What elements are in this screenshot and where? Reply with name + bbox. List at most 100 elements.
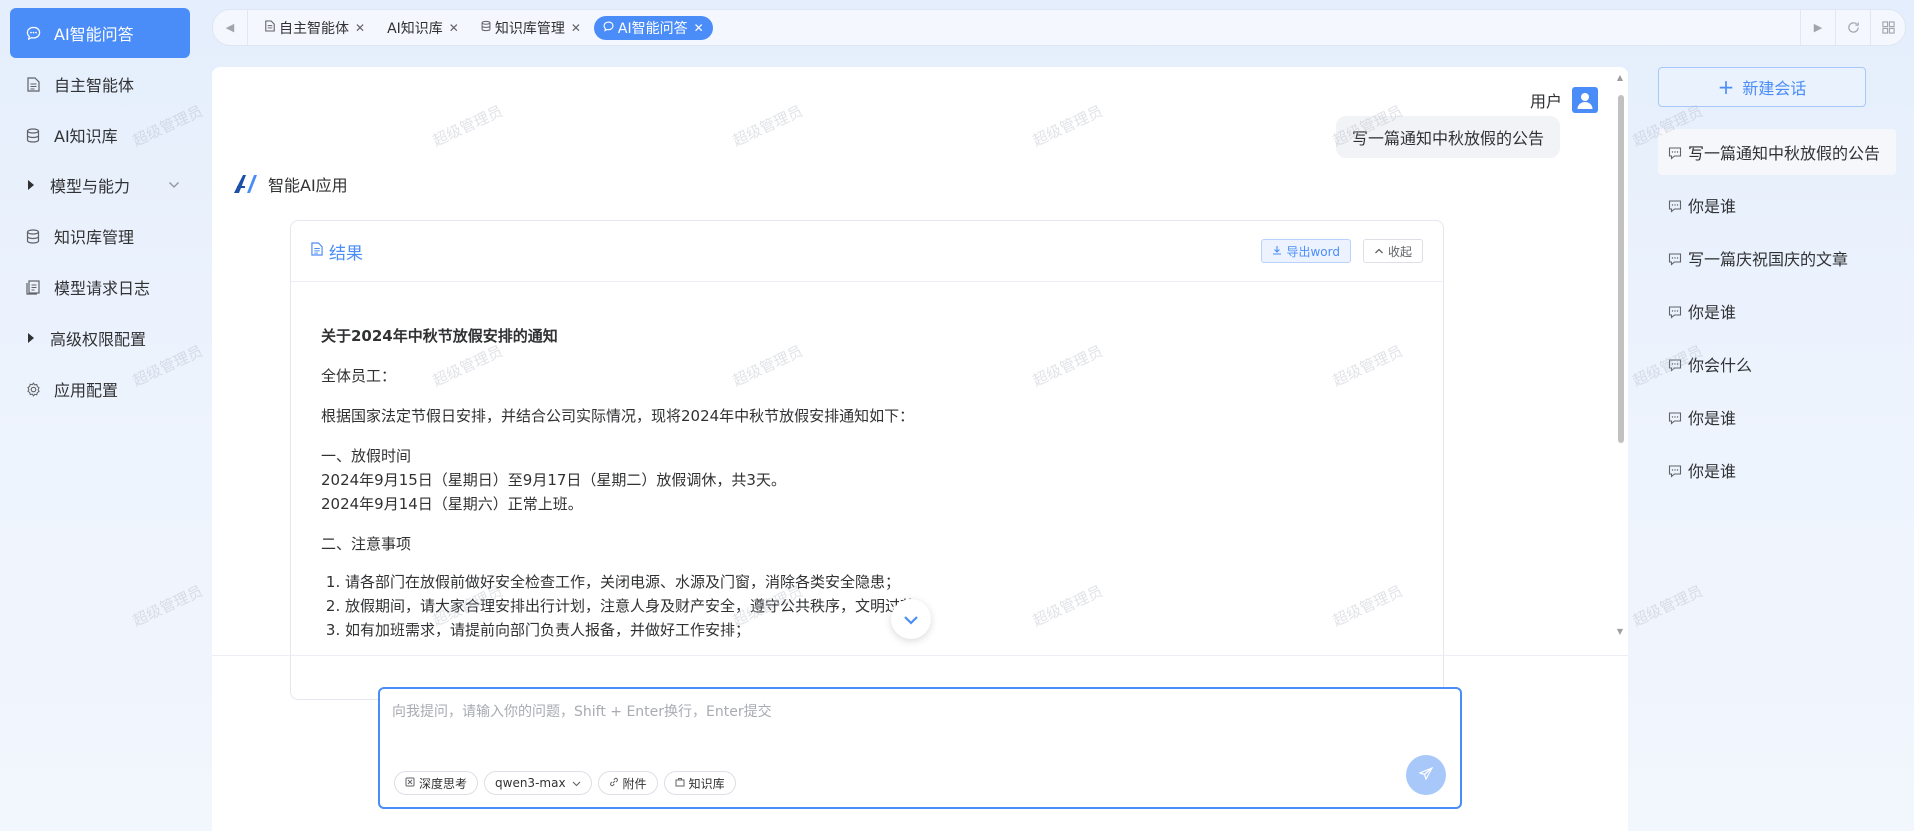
message-icon bbox=[1668, 463, 1682, 478]
ai-logo-icon bbox=[234, 175, 257, 193]
user-avatar-icon bbox=[1572, 87, 1598, 113]
database-icon bbox=[481, 20, 491, 35]
result-content: 关于2024年中秋节放假安排的通知 全体员工： 根据国家法定节假日安排，并结合公… bbox=[291, 282, 1443, 662]
tabs-actions: ▶ bbox=[1800, 10, 1905, 45]
section-title: 一、放假时间 bbox=[321, 447, 412, 465]
chevron-down-icon bbox=[168, 178, 180, 192]
history-item[interactable]: 写一篇通知中秋放假的公告 bbox=[1658, 129, 1896, 175]
sidebar-item-kb-manage[interactable]: 知识库管理 bbox=[10, 211, 190, 261]
tab-label: AI知识库 bbox=[387, 20, 443, 37]
caret-right-icon bbox=[28, 180, 34, 190]
section-line: 2024年9月15日（星期日）至9月17日（星期二）放假调休，共3天。 bbox=[321, 471, 786, 489]
sidebar-item-label: AI知识库 bbox=[54, 127, 118, 146]
tab-kb-manage[interactable]: 知识库管理 ✕ bbox=[472, 16, 590, 40]
result-card: 结果 导出word 收起 关于2024年中秋节放假安排的通知 全体员工： 根据国… bbox=[290, 220, 1444, 700]
doc-title: 关于2024年中秋节放假安排的通知 bbox=[321, 327, 558, 345]
close-icon[interactable]: ✕ bbox=[355, 21, 365, 35]
export-word-button[interactable]: 导出word bbox=[1261, 239, 1351, 263]
history-panel: + 新建会话 写一篇通知中秋放假的公告 你是谁 写一篇庆祝国庆的文章 你是谁 你… bbox=[1646, 62, 1898, 831]
sidebar-item-label: AI智能问答 bbox=[54, 25, 134, 44]
tab-ai-qa[interactable]: AI智能问答 ✕ bbox=[593, 15, 713, 40]
list-item: 放假期间，请大家合理安排出行计划，注意人身及财产安全，遵守公共秩序，文明过节； bbox=[345, 594, 1413, 618]
scroll-to-bottom-button[interactable] bbox=[891, 599, 931, 639]
database-icon bbox=[24, 227, 42, 245]
list-item: 如有加班需求，请提前向部门负责人报备，并做好工作安排； bbox=[345, 618, 1413, 642]
notes-list: 请各部门在放假前做好安全检查工作，关闭电源、水源及门窗，消除各类安全隐患； 放假… bbox=[321, 570, 1413, 642]
history-item[interactable]: 你是谁 bbox=[1658, 447, 1896, 493]
doc-section-1: 一、放假时间 2024年9月15日（星期日）至9月17日（星期二）放假调休，共3… bbox=[321, 444, 1413, 516]
scroll-up-arrow-icon[interactable]: ▲ bbox=[1617, 73, 1623, 82]
scroll-left-icon[interactable]: ◀ bbox=[213, 10, 247, 45]
result-title: 结果 bbox=[311, 239, 363, 264]
history-item[interactable]: 你是谁 bbox=[1658, 288, 1896, 334]
download-icon bbox=[1272, 244, 1282, 258]
history-item-label: 写一篇庆祝国庆的文章 bbox=[1688, 250, 1849, 269]
chat-input[interactable] bbox=[392, 701, 1442, 751]
input-options: 深度思考 qwen3-max 附件 知识库 bbox=[394, 771, 736, 795]
model-select[interactable]: qwen3-max bbox=[484, 771, 592, 795]
sidebar-item-label: 模型与能力 bbox=[50, 177, 131, 196]
close-icon[interactable]: ✕ bbox=[571, 21, 581, 35]
collapse-button[interactable]: 收起 bbox=[1362, 239, 1423, 263]
tab-label: 自主智能体 bbox=[279, 20, 349, 37]
history-item-label: 你是谁 bbox=[1688, 462, 1737, 481]
chevron-down-icon bbox=[903, 610, 919, 629]
sidebar-item-label: 知识库管理 bbox=[54, 228, 135, 247]
scroll-right-icon[interactable]: ▶ bbox=[1801, 10, 1835, 45]
sidebar-item-label: 高级权限配置 bbox=[50, 330, 147, 349]
attachment-button[interactable]: 附件 bbox=[597, 771, 658, 795]
message-icon bbox=[1668, 304, 1682, 319]
document-icon bbox=[265, 20, 275, 35]
knowledge-base-button[interactable]: 知识库 bbox=[663, 771, 736, 795]
sidebar-item-label: 自主智能体 bbox=[54, 76, 135, 95]
tab-label: 知识库管理 bbox=[494, 20, 565, 37]
refresh-icon[interactable] bbox=[1836, 10, 1870, 45]
scroll-down-arrow-icon[interactable]: ▼ bbox=[1617, 627, 1623, 636]
doc-greeting: 全体员工： bbox=[321, 367, 397, 385]
briefcase-icon bbox=[675, 777, 685, 790]
send-icon bbox=[1418, 766, 1434, 785]
send-button[interactable] bbox=[1406, 755, 1446, 795]
doc-intro: 根据国家法定节假日安排，并结合公司实际情况，现将2024年中秋节放假安排通知如下… bbox=[321, 407, 915, 425]
sidebar-item-ai-kb[interactable]: AI知识库 bbox=[10, 110, 190, 160]
history-item-label: 写一篇通知中秋放假的公告 bbox=[1688, 144, 1881, 163]
model-select-label: qwen3-max bbox=[495, 776, 566, 790]
close-icon[interactable]: ✕ bbox=[694, 21, 704, 35]
chat-panel: 用户 写一篇通知中秋放假的公告 智能AI应用 结果 导出word 收起 关于20… bbox=[212, 67, 1628, 831]
message-icon bbox=[1668, 357, 1682, 372]
grid-menu-icon[interactable] bbox=[1871, 10, 1905, 45]
result-title-label: 结果 bbox=[329, 243, 363, 264]
scrollbar-thumb[interactable] bbox=[1618, 95, 1624, 443]
plus-icon: + bbox=[1717, 75, 1735, 99]
ai-header: 智能AI应用 bbox=[232, 171, 348, 197]
knowledge-base-label: 知识库 bbox=[688, 776, 725, 791]
chat-input-box: 深度思考 qwen3-max 附件 知识库 bbox=[378, 687, 1462, 809]
sidebar-item-label: 模型请求日志 bbox=[54, 279, 151, 298]
close-icon[interactable]: ✕ bbox=[449, 21, 459, 35]
sidebar-item-permissions[interactable]: 高级权限配置 bbox=[10, 313, 190, 363]
tab-ai-kb[interactable]: AI知识库 ✕ bbox=[378, 16, 468, 40]
deep-think-label: 深度思考 bbox=[419, 776, 468, 791]
history-item[interactable]: 你是谁 bbox=[1658, 394, 1896, 440]
collapse-label: 收起 bbox=[1387, 244, 1412, 259]
list-item: 请各部门在放假前做好安全检查工作，关闭电源、水源及门窗，消除各类安全隐患； bbox=[345, 570, 1413, 594]
new-chat-button[interactable]: + 新建会话 bbox=[1658, 67, 1866, 107]
sidebar-item-app-config[interactable]: 应用配置 bbox=[10, 364, 190, 414]
section-title: 二、注意事项 bbox=[321, 535, 412, 553]
result-actions: 导出word 收起 bbox=[1261, 239, 1423, 263]
tab-agent[interactable]: 自主智能体 ✕ bbox=[256, 16, 374, 40]
history-item[interactable]: 你会什么 bbox=[1658, 341, 1896, 387]
history-item[interactable]: 你是谁 bbox=[1658, 182, 1896, 228]
sidebar: AI智能问答 自主智能体 AI知识库 模型与能力 知识库管理 模型请求日志 高级… bbox=[0, 0, 200, 831]
deep-think-toggle[interactable]: 深度思考 bbox=[394, 771, 479, 795]
sidebar-item-ai-qa[interactable]: AI智能问答 bbox=[10, 8, 190, 58]
sidebar-item-request-log[interactable]: 模型请求日志 bbox=[10, 262, 190, 312]
sidebar-item-models[interactable]: 模型与能力 bbox=[10, 160, 190, 210]
tabs-bar: ◀ 自主智能体 ✕ AI知识库 ✕ 知识库管理 ✕ AI智能问答 ✕ ▶ bbox=[212, 9, 1906, 46]
document-icon bbox=[24, 75, 42, 93]
message-icon bbox=[1668, 198, 1682, 213]
sidebar-item-agent[interactable]: 自主智能体 bbox=[10, 59, 190, 109]
document-icon bbox=[311, 242, 323, 260]
history-item-label: 你是谁 bbox=[1688, 197, 1737, 216]
history-item[interactable]: 写一篇庆祝国庆的文章 bbox=[1658, 235, 1896, 281]
